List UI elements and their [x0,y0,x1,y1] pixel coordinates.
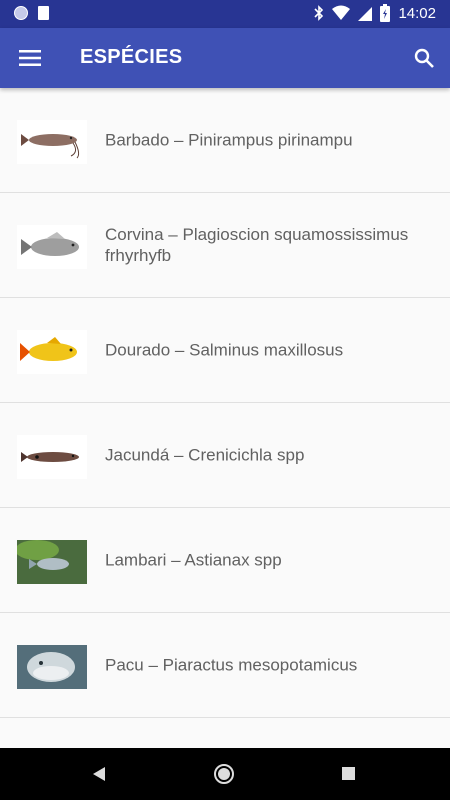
pike-cichlid-image [17,435,87,479]
list-item-label: Dourado – Salminus maxillosus [105,340,344,360]
list-item-jacunda[interactable]: Jacundá – Crenicichla spp [0,403,450,508]
page-title: ESPÉCIES [80,46,183,68]
list-item[interactable] [0,718,450,748]
bluetooth-icon [314,5,324,21]
home-icon[interactable] [214,764,234,784]
wifi-icon [332,5,351,20]
catfish-image [17,120,87,164]
list-item-pacu[interactable]: Pacu – Piaractus mesopotamicus [0,613,450,718]
battery-charging-icon [380,4,391,22]
list-item-label: Barbado – Pinirampus pirinampu [105,130,353,150]
navigation-bar [0,748,450,800]
tetra-photo [17,540,87,584]
sd-card-icon [38,6,49,20]
pacu-photo [17,645,87,689]
back-icon[interactable] [92,766,106,782]
list-item-dourado[interactable]: Dourado – Salminus maxillosus [0,298,450,403]
search-icon [414,48,434,68]
status-time: 14:02 [398,4,436,22]
search-button[interactable] [408,42,440,74]
list-item-barbado[interactable]: Barbado – Pinirampus pirinampu [0,88,450,193]
recents-icon[interactable] [342,767,355,780]
menu-icon [19,50,41,66]
notification-dot-icon [14,6,28,20]
status-bar: 14:02 [0,0,450,28]
list-item-lambari[interactable]: Lambari – Astianax spp [0,508,450,613]
signal-icon [358,7,373,21]
list-item-corvina[interactable]: Corvina – Plagioscion squamossissimus fr… [0,193,450,298]
app-bar: ESPÉCIES [0,28,450,88]
golden-fish-image [17,330,87,374]
croaker-image [17,225,87,269]
menu-button[interactable] [14,42,46,74]
list-item-label: Lambari – Astianax spp [105,550,282,570]
list-item-label: Corvina – Plagioscion squamossissimus fr… [105,225,409,265]
list-item-label: Jacundá – Crenicichla spp [105,445,305,465]
species-list: Barbado – Pinirampus pirinampu Corvina –… [0,88,450,748]
list-item-label: Pacu – Piaractus mesopotamicus [105,655,358,675]
